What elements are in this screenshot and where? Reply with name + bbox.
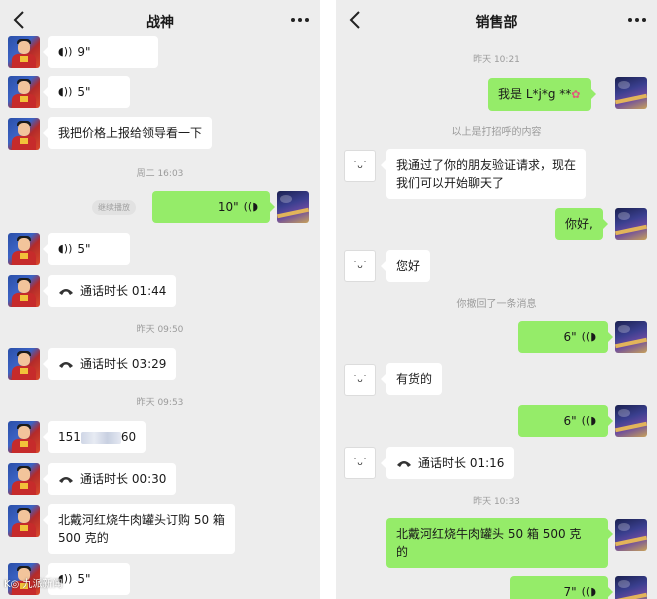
system-note: 以上是打招呼的内容 [451,127,542,138]
order-message-out[interactable]: 北戴河红烧牛肉罐头 50 箱 500 克 的 [386,518,613,568]
voice-message-out[interactable]: 6" ((◗ [518,321,613,353]
voice-wave-icon: ((◗ [243,200,258,213]
contact-avatar[interactable]: ˙ᴗ˙ [344,447,376,479]
voice-duration: 6" [563,414,577,428]
phone-call-icon [59,289,73,295]
chat-screen-right: 销售部 昨天 10:21 我是 L*j*g **✿ 以上是打招呼的内容 ˙ᴗ˙ … [336,0,657,599]
back-arrow-icon[interactable] [8,8,32,32]
order-line-2: 的 [396,545,409,559]
voice-message[interactable]: ◖)) 5" [43,233,130,265]
phone-prefix: 151 [58,430,81,444]
text-message[interactable]: 我通过了你的朋友验证请求，现在 我们可以开始聊天了 [380,149,587,199]
sticker-icon: ✿ [571,88,581,101]
call-record[interactable]: 通话时长 01:44 [42,275,177,307]
contact-avatar[interactable]: ˙ᴗ˙ [344,364,376,396]
contact-avatar[interactable] [8,275,40,307]
redacted-digits [80,431,121,444]
call-duration: 通话时长 00:30 [80,472,167,486]
verify-line-1: 我通过了你的朋友验证请求，现在 [396,158,577,172]
voice-duration: 7" [563,585,577,599]
call-record[interactable]: 通话时长 01:16 [380,447,515,479]
verify-line-2: 我们可以开始聊天了 [396,176,505,190]
voice-wave-icon: ◖)) [58,45,73,58]
watermark: K◎ 九派新闻 [4,579,63,590]
order-message[interactable]: 北戴河红烧牛肉罐头订购 50 箱 500 克的 [43,504,235,554]
phone-call-icon [397,461,411,467]
back-arrow-icon[interactable] [344,8,368,32]
voice-message-out[interactable]: 6" ((◗ [518,405,613,437]
voice-message[interactable]: ◖)) 9" [43,36,158,68]
phone-call-icon [59,362,73,368]
voice-duration: 9" [77,45,91,59]
call-record[interactable]: 通话时长 00:30 [42,463,177,495]
self-avatar[interactable] [615,321,647,353]
order-line-2: 500 克的 [58,531,109,545]
contact-avatar[interactable] [8,348,40,380]
timestamp: 昨天 10:33 [473,497,520,507]
order-line-1: 北戴河红烧牛肉罐头 50 箱 500 克 [396,527,582,541]
order-line-1: 北戴河红烧牛肉罐头订购 50 箱 [58,513,225,527]
text-message[interactable]: 我把价格上报给领导看一下 [42,117,213,149]
more-dots-icon[interactable] [625,10,649,30]
voice-duration: 6" [563,330,577,344]
self-avatar[interactable] [615,519,647,551]
voice-duration: 10" [217,200,239,214]
call-duration: 通话时长 03:29 [80,357,167,371]
contact-avatar[interactable] [8,505,40,537]
voice-wave-icon: ◖)) [58,85,73,98]
intro-text: 我是 L*j*g ** [498,87,572,101]
voice-message[interactable]: ◖)) 5" [43,76,130,108]
voice-message-out[interactable]: 7" ((◗ [510,576,613,599]
listen-badge[interactable]: 继续播放 [92,200,136,215]
voice-wave-icon: ◖)) [58,242,73,255]
more-dots-icon[interactable] [288,10,312,30]
self-avatar[interactable] [615,405,647,437]
voice-wave-icon: ((◗ [581,585,596,598]
call-duration: 通话时长 01:16 [418,456,505,470]
contact-avatar[interactable] [8,233,40,265]
call-duration: 通话时长 01:44 [80,284,167,298]
phone-number-message[interactable]: 151 60 [42,421,147,453]
timestamp: 周二 16:03 [136,169,184,179]
voice-message-out[interactable]: 10" ((◗ [152,191,275,223]
text-message[interactable]: 有货的 [380,363,443,395]
contact-avatar[interactable] [8,421,40,453]
voice-duration: 5" [77,85,91,99]
self-avatar[interactable] [615,77,647,109]
self-avatar[interactable] [615,208,647,240]
contact-avatar[interactable]: ˙ᴗ˙ [344,250,376,282]
timestamp: 昨天 09:50 [136,325,184,335]
voice-duration: 5" [77,572,91,586]
voice-wave-icon: ((◗ [581,330,596,343]
timestamp: 昨天 09:53 [136,398,184,408]
system-note: 你撤回了一条消息 [456,299,537,310]
timestamp: 昨天 10:21 [473,55,520,65]
text-message-out[interactable]: 我是 L*j*g **✿ [488,78,595,111]
chat-header: 销售部 [336,0,657,42]
text-message-out[interactable]: 你好, [555,208,608,240]
phone-suffix: 60 [120,430,137,444]
chat-title: 销售部 [475,15,518,31]
voice-duration: 5" [77,242,91,256]
text-message[interactable]: 您好 [380,250,431,282]
contact-avatar[interactable] [8,36,40,68]
chat-header: 战神 [0,0,320,42]
chat-title: 战神 [146,15,174,31]
self-avatar[interactable] [615,576,647,599]
call-record[interactable]: 通话时长 03:29 [42,348,177,380]
contact-avatar[interactable] [8,118,40,150]
chat-screen-left: 战神 ◖)) 9" ◖)) 5" 我把价格上报给领导看一下 周二 16:03 继续播… [0,0,320,599]
phone-call-icon [59,477,73,483]
contact-avatar[interactable] [8,463,40,495]
contact-avatar[interactable]: ˙ᴗ˙ [344,150,376,182]
voice-wave-icon: ((◗ [581,414,596,427]
contact-avatar[interactable] [8,76,40,108]
self-avatar[interactable] [277,191,309,223]
